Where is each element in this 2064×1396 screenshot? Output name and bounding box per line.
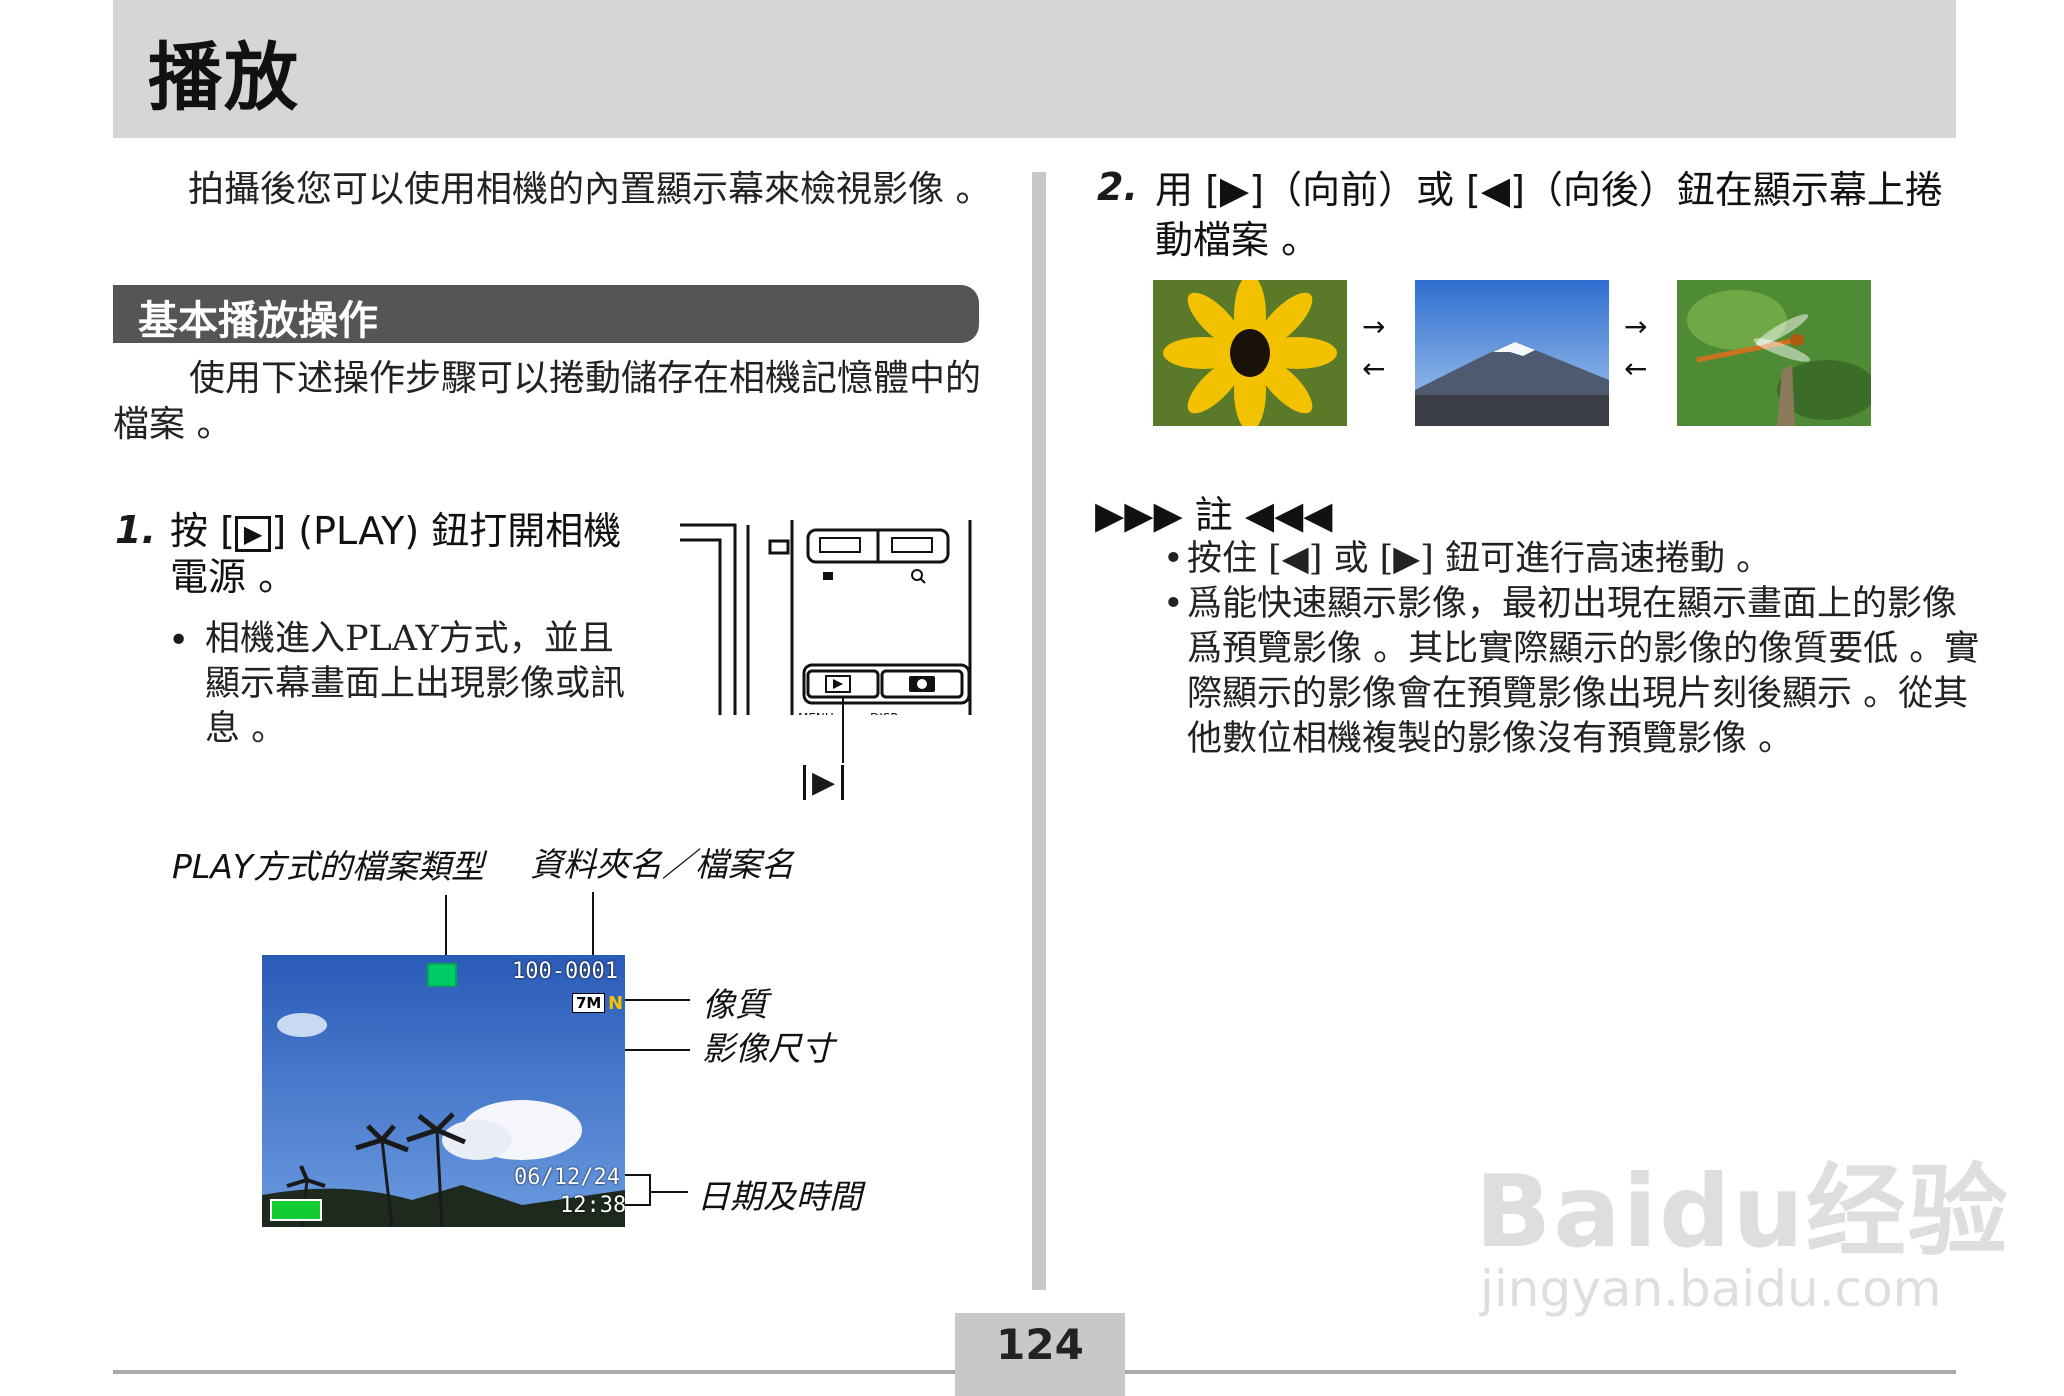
- lcd-image-size: 7M: [572, 993, 606, 1013]
- label-quality: 像質: [702, 985, 768, 1024]
- page-number: 124: [996, 1320, 1084, 1369]
- note-item-text: 按住 [◀] 或 [▶] 鈕可進行高速捲動 。: [1187, 539, 1772, 579]
- arrow-forward: →: [1362, 310, 1386, 343]
- arrow-backward: ←: [1624, 352, 1648, 385]
- note-marker-right-icon: ◀◀◀: [1232, 493, 1333, 537]
- watermark-url: jingyan.baidu.com: [1480, 1260, 1942, 1318]
- step-2-text: 用 [▶]（向前）或 [◀]（向後）鈕在顯示幕上捲動檔案 。: [1155, 168, 1943, 262]
- note-item: •按住 [◀] 或 [▶] 鈕可進行高速捲動 。: [1163, 537, 1987, 582]
- lcd-file-name: 100-0001: [512, 959, 618, 984]
- lcd-quality: N: [608, 993, 624, 1014]
- arrow-forward: →: [1624, 310, 1648, 343]
- lcd-screen: 100-0001 7M N 06/12/24 12:38: [262, 955, 625, 1227]
- play-mode-icon: [427, 963, 457, 987]
- note-marker-left-icon: ▶▶▶: [1095, 493, 1195, 537]
- label-datetime: 日期及時間: [697, 1177, 862, 1216]
- thumbnail-mountain: [1415, 280, 1609, 426]
- note-heading: ▶▶▶ 註 ◀◀◀: [1095, 484, 1333, 539]
- bullet-dot: •: [1163, 539, 1184, 579]
- note-item: •爲能快速顯示影像，最初出現在顯示畫面上的影像爲預覽影像 。其比實際顯示的影像的…: [1163, 582, 1987, 762]
- note-item-text: 爲能快速顯示影像，最初出現在顯示畫面上的影像爲預覽影像 。其比實際顯示的影像的像…: [1187, 584, 1980, 759]
- battery-icon: [270, 1199, 322, 1221]
- lcd-date: 06/12/24: [514, 1165, 620, 1190]
- label-image-size: 影像尺寸: [702, 1029, 834, 1068]
- thumbnail-dragonfly: [1677, 280, 1871, 426]
- note-title: 註: [1194, 493, 1233, 537]
- step-2-number: 2.: [1097, 165, 1138, 209]
- column-divider: [1032, 172, 1046, 1290]
- lcd-time: 12:38: [560, 1193, 625, 1218]
- watermark-logo: Baidu经验: [1475, 1153, 2010, 1270]
- thumbnail-flower: [1153, 280, 1347, 426]
- bullet-dot: •: [1163, 584, 1184, 624]
- arrow-backward: ←: [1362, 352, 1386, 385]
